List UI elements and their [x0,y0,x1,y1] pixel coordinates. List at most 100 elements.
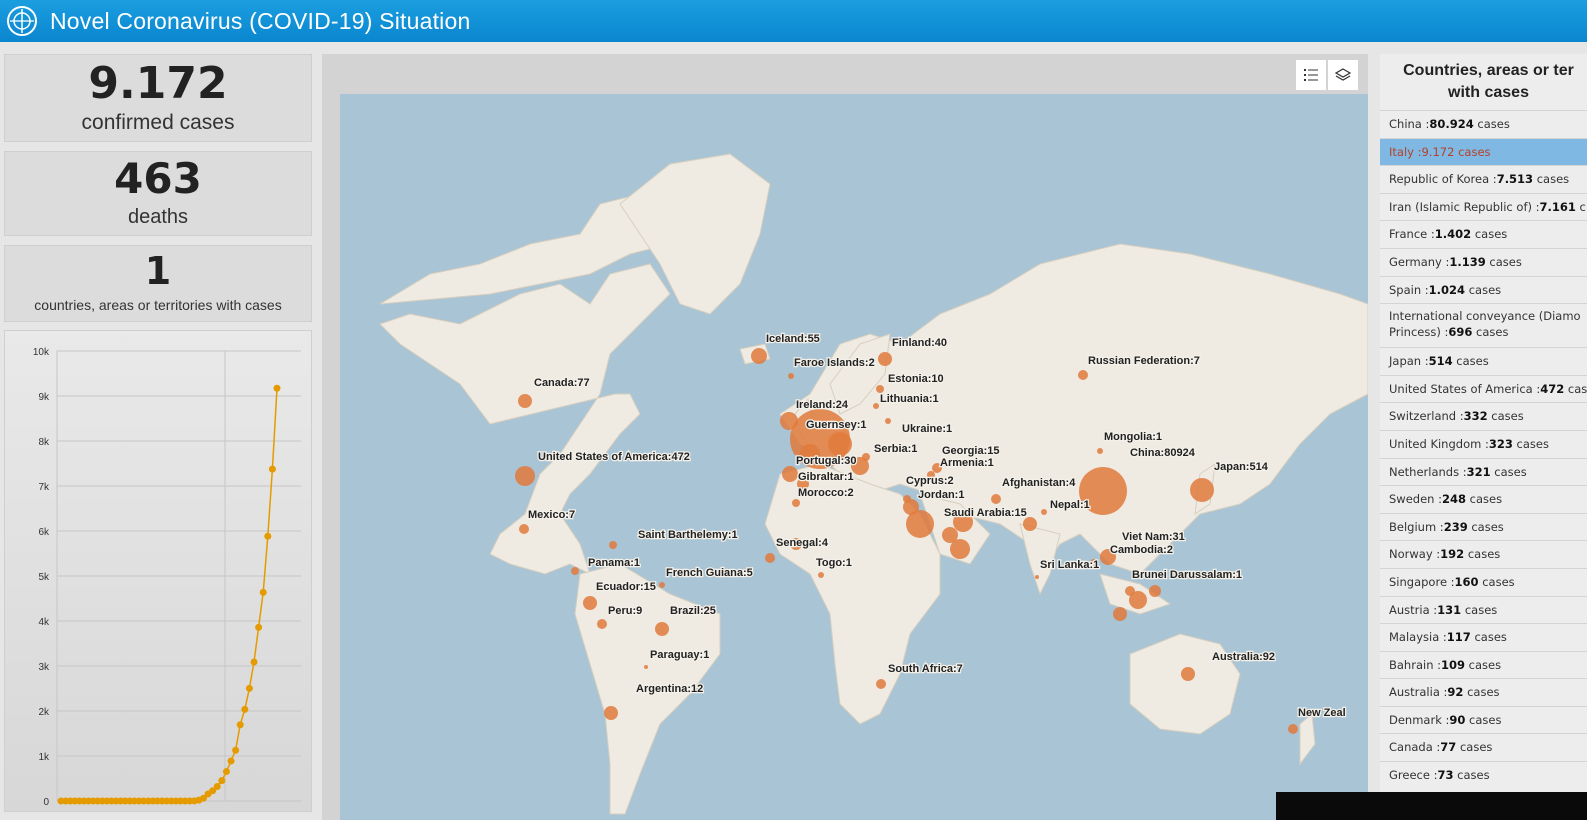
country-case-count: 1.024 [1428,282,1466,297]
country-map-label: Finland:40 [892,337,947,349]
case-bubble[interactable] [991,494,1001,504]
case-bubble[interactable] [878,352,892,366]
country-list-item[interactable]: Germany :1.139 cases [1380,247,1587,276]
case-bubble[interactable] [751,348,767,364]
country-list-item[interactable]: Republic of Korea :7.513 cases [1380,165,1587,193]
country-list-item[interactable]: United States of America :472 cas [1380,374,1587,403]
country-name: Singapore : [1389,574,1455,589]
case-bubble[interactable] [1149,585,1161,597]
country-list-item[interactable]: Iran (Islamic Republic of) :7.161 c [1380,192,1587,221]
country-list-item[interactable]: Norway :192 cases [1380,540,1587,568]
case-bubble[interactable] [1129,591,1147,609]
country-map-label: Canada:77 [534,377,590,389]
case-bubble[interactable] [942,527,958,543]
case-bubble[interactable] [571,567,579,575]
data-point[interactable] [273,384,281,392]
country-list-item[interactable]: Japan :514 cases [1380,347,1587,375]
layers-button[interactable] [1328,60,1358,90]
country-list-item[interactable]: Denmark :90 cases [1380,705,1587,734]
cases-line-chart: 0 1k 2k 3k 4k 5k 6k 7k 8k 9k 10k [33,347,301,808]
country-list-item[interactable]: Greece :73 cases [1380,761,1587,789]
country-list-item[interactable]: Australia :92 cases [1380,678,1587,706]
data-point[interactable] [245,684,253,692]
case-bubble[interactable] [583,596,597,610]
case-bubble[interactable] [515,466,535,486]
country-map-label: Sri Lanka:1 [1040,559,1099,571]
country-name: Malaysia : [1389,630,1447,645]
country-list-item[interactable]: Belgium :239 cases [1380,512,1587,541]
country-list-item[interactable]: Singapore :160 cases [1380,567,1587,596]
country-map-label: Argentina:12 [636,683,703,695]
country-list-item[interactable]: United Kingdom :323 cases [1380,429,1587,458]
case-bubble[interactable] [1190,478,1214,502]
case-bubble[interactable] [1288,724,1298,734]
country-map-label: Guernsey:1 [806,419,867,431]
case-bubble[interactable] [788,373,794,379]
country-list-item[interactable]: China :80.924 cases [1380,110,1587,138]
case-bubble[interactable] [1041,509,1047,515]
y-tick-label: 8k [38,437,50,448]
app-title: Novel Coronavirus (COVID-19) Situation [50,7,471,34]
country-list-item[interactable]: Canada :77 cases [1380,733,1587,761]
country-list-item[interactable]: France :1.402 cases [1380,220,1587,248]
cases-unit: cases [1461,602,1498,617]
country-list-item[interactable]: Netherlands :321 cases [1380,457,1587,486]
case-bubble[interactable] [519,524,529,534]
y-tick-label: 10k [33,347,50,358]
country-name: Norway : [1389,547,1441,562]
world-map[interactable]: Iceland:55 Faroe Islands:2 Finland:40 Russi… [340,94,1368,820]
case-bubble[interactable] [609,541,617,549]
case-bubble[interactable] [644,665,648,669]
case-bubble[interactable] [876,385,884,393]
country-list-item[interactable]: Sweden :248 cases [1380,485,1587,513]
legend-button[interactable] [1296,60,1326,90]
country-case-count: 332 [1463,409,1488,424]
case-bubble[interactable] [604,706,618,720]
cases-unit: cases [1464,547,1501,562]
country-list-item[interactable]: Spain :1.024 cases [1380,275,1587,304]
country-list-item[interactable]: Austria :131 cases [1380,595,1587,624]
data-point[interactable] [236,721,244,729]
case-bubble[interactable] [876,679,886,689]
country-list-item[interactable]: Switzerland :332 cases [1380,402,1587,430]
data-point[interactable] [250,658,258,666]
data-point[interactable] [255,623,263,631]
case-bubble[interactable] [518,394,532,408]
data-point[interactable] [227,757,235,765]
cases-chart-panel: 0 1k 2k 3k 4k 5k 6k 7k 8k 9k 10k [4,330,312,812]
case-bubble[interactable] [1078,370,1088,380]
case-bubble[interactable] [1023,517,1037,531]
case-bubble[interactable] [873,403,879,409]
case-bubble[interactable] [818,572,824,578]
case-bubble[interactable] [1097,448,1103,454]
confirmed-label: confirmed cases [81,111,235,134]
country-list-item[interactable]: International conveyance (Diamo Princess… [1380,303,1587,347]
case-bubble[interactable] [1181,667,1195,681]
country-name: Italy : [1389,144,1422,159]
cases-unit: cases [1485,254,1522,269]
data-point[interactable] [232,746,240,754]
case-bubble[interactable] [828,432,852,456]
case-bubble[interactable] [1113,607,1127,621]
data-point[interactable] [241,705,249,713]
country-list-item[interactable]: Italy :9.172 cases [1380,137,1587,166]
data-point[interactable] [259,588,267,596]
case-bubble[interactable] [1035,575,1039,579]
data-point[interactable] [218,777,226,785]
case-bubble[interactable] [655,622,669,636]
cases-unit: cases [1478,574,1515,589]
case-bubble[interactable] [906,510,934,538]
data-point[interactable] [268,465,276,473]
case-bubble[interactable] [597,619,607,629]
data-point[interactable] [213,783,221,791]
case-bubble[interactable] [792,499,800,507]
case-bubble[interactable] [659,582,665,588]
country-case-count: 9.172 [1421,144,1455,159]
case-bubble[interactable] [782,466,798,482]
case-bubble[interactable] [885,418,891,424]
country-list-item[interactable]: Malaysia :117 cases [1380,623,1587,651]
data-point[interactable] [264,532,272,540]
country-list-item[interactable]: Bahrain :109 cases [1380,650,1587,679]
case-bubble[interactable] [765,553,775,563]
data-point[interactable] [222,768,230,776]
